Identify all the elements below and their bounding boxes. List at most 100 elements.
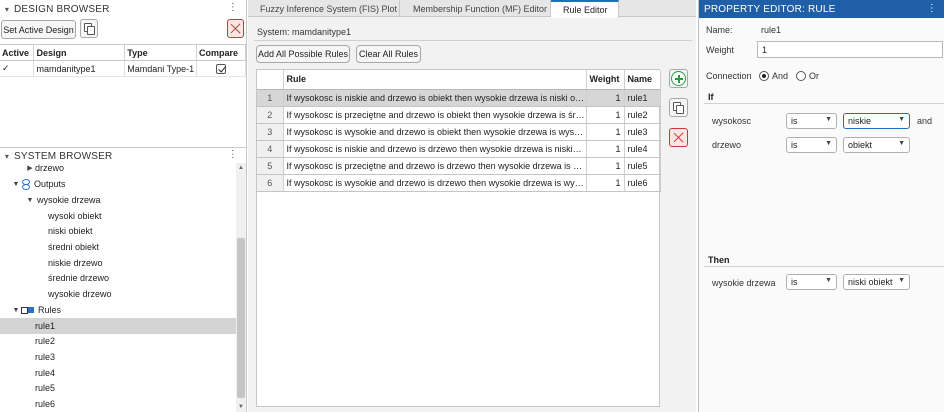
- column-header[interactable]: Active: [0, 44, 35, 61]
- antecedent-value-select[interactable]: niskie ▼: [843, 113, 910, 129]
- rule-weight[interactable]: 1: [586, 89, 625, 107]
- tree-item-rule1[interactable]: rule1: [0, 318, 236, 334]
- rule-weight[interactable]: 1: [586, 157, 625, 175]
- column-header[interactable]: Type: [124, 44, 198, 61]
- rule-text[interactable]: If wysokosc is niskie and drzewo is drze…: [283, 140, 587, 158]
- table-row[interactable]: 3 If wysokosc is wysokie and drzewo is o…: [257, 123, 661, 141]
- compare-checkbox[interactable]: [216, 63, 227, 74]
- tree-item-outputs[interactable]: ▼ Outputs: [11, 176, 66, 192]
- design-table: Active Design Type Compare ✓ mamdanitype…: [0, 44, 246, 77]
- table-row[interactable]: 6 If wysokosc is wysokie and drzewo is d…: [257, 174, 661, 192]
- outputs-icon: [21, 179, 30, 190]
- tree-item-mf[interactable]: wysokie drzewo: [48, 286, 112, 302]
- kebab-menu-icon[interactable]: ⋮: [228, 149, 238, 160]
- add-all-rules-button[interactable]: Add All Possible Rules: [256, 45, 350, 63]
- tree-item-rule3[interactable]: rule3: [35, 349, 55, 365]
- antecedent-operator-select[interactable]: is ▼: [786, 137, 837, 153]
- rule-weight[interactable]: 1: [586, 123, 625, 141]
- chevron-down-icon[interactable]: ▼: [25, 197, 35, 204]
- kebab-menu-icon[interactable]: ⋮: [927, 3, 937, 14]
- column-header[interactable]: Design: [33, 44, 126, 61]
- rule-text[interactable]: If wysokosc is wysokie and drzewo is drz…: [283, 174, 587, 192]
- consequent-value-select[interactable]: niski obiekt ▼: [843, 274, 910, 290]
- column-header[interactable]: Compare: [196, 44, 246, 61]
- scrollbar-thumb[interactable]: [237, 238, 245, 398]
- tree-item-rule5[interactable]: rule5: [35, 380, 55, 396]
- rule-name[interactable]: rule5: [624, 157, 661, 175]
- select-value: niskie: [848, 116, 872, 126]
- add-rule-button[interactable]: [669, 69, 688, 88]
- delete-rule-button[interactable]: [669, 128, 688, 147]
- tree-item-rule2[interactable]: rule2: [35, 333, 55, 349]
- and-label[interactable]: And: [772, 71, 788, 81]
- vertical-scrollbar[interactable]: ▲ ▼: [236, 163, 246, 412]
- rule-name[interactable]: rule3: [624, 123, 661, 141]
- tree-item-mf[interactable]: wysoki obiekt: [48, 208, 102, 224]
- rules-table-frame: Rule Weight Name 1 If wysokosc is niskie…: [256, 69, 661, 407]
- tree-item-drzewo[interactable]: ▶ drzewo: [25, 163, 64, 176]
- tree-item-rule6[interactable]: rule6: [35, 396, 55, 412]
- rule-text[interactable]: If wysokosc is przeciętne and drzewo is …: [283, 157, 587, 175]
- select-value: is: [791, 277, 798, 287]
- chevron-down-icon[interactable]: ▼: [11, 307, 21, 314]
- close-icon: [230, 23, 241, 34]
- tree-item-mf[interactable]: średnie drzewo: [48, 270, 109, 286]
- left-panel: ▾ DESIGN BROWSER ⋮ Set Active Design Act…: [0, 0, 247, 412]
- close-icon: [673, 132, 684, 143]
- table-row[interactable]: 2 If wysokosc is przeciętne and drzewo i…: [257, 106, 661, 124]
- connection-or-radio[interactable]: [796, 71, 806, 81]
- tree-item-mf[interactable]: niskie drzewo: [48, 255, 103, 271]
- copy-icon: [673, 101, 684, 114]
- rule-weight[interactable]: 1: [586, 106, 625, 124]
- divider: [704, 266, 944, 267]
- table-row[interactable]: 1 If wysokosc is niskie and drzewo is ob…: [257, 89, 661, 107]
- or-label[interactable]: Or: [809, 71, 819, 81]
- scroll-down-icon[interactable]: ▼: [236, 402, 246, 412]
- consequent-operator-select[interactable]: is ▼: [786, 274, 837, 290]
- scroll-up-icon[interactable]: ▲: [236, 163, 246, 173]
- rule-name[interactable]: rule6: [624, 174, 661, 192]
- rules-table-header: Rule Weight Name: [257, 70, 661, 90]
- row-number: 5: [257, 157, 284, 175]
- table-row[interactable]: ✓ mamdanitype1 Mamdani Type-1: [0, 60, 246, 77]
- divider: [704, 103, 944, 104]
- tree-item-mf[interactable]: średni obiekt: [48, 239, 99, 255]
- set-active-design-button[interactable]: Set Active Design: [1, 20, 76, 39]
- rule-text[interactable]: If wysokosc is niskie and drzewo is obie…: [283, 89, 587, 107]
- rule-name[interactable]: rule4: [624, 140, 661, 158]
- chevron-down-icon: ▼: [825, 140, 832, 147]
- tab-rule-editor[interactable]: Rule Editor: [551, 0, 619, 18]
- weight-field[interactable]: [757, 41, 943, 58]
- chevron-down-icon: ▼: [825, 277, 832, 284]
- copy-rule-button[interactable]: [669, 98, 688, 117]
- column-header[interactable]: Name: [624, 70, 661, 90]
- tree-item-rule4[interactable]: rule4: [35, 365, 55, 381]
- rule-weight[interactable]: 1: [586, 174, 625, 192]
- copy-design-button[interactable]: [80, 19, 98, 38]
- column-header[interactable]: Weight: [586, 70, 625, 90]
- collapse-icon[interactable]: ▾: [0, 5, 14, 14]
- tab-fis-plot[interactable]: Fuzzy Inference System (FIS) Plot: [248, 0, 400, 17]
- table-row[interactable]: 5 If wysokosc is przeciętne and drzewo i…: [257, 157, 661, 175]
- design-type: Mamdani Type-1: [124, 60, 198, 77]
- tree-item-rules[interactable]: ▼ Rules: [11, 302, 61, 318]
- collapse-icon[interactable]: ▾: [0, 152, 14, 161]
- delete-design-button[interactable]: [227, 19, 244, 38]
- rule-text[interactable]: If wysokosc is wysokie and drzewo is obi…: [283, 123, 587, 141]
- chevron-right-icon[interactable]: ▶: [25, 164, 35, 172]
- connection-and-radio[interactable]: [759, 71, 769, 81]
- table-row[interactable]: 4 If wysokosc is niskie and drzewo is dr…: [257, 140, 661, 158]
- chevron-down-icon[interactable]: ▼: [11, 181, 21, 188]
- tree-item-wysokie-drzewa[interactable]: ▼ wysokie drzewa: [25, 192, 101, 208]
- kebab-menu-icon[interactable]: ⋮: [228, 2, 238, 13]
- antecedent-value-select[interactable]: obiekt ▼: [843, 137, 910, 153]
- column-header[interactable]: Rule: [283, 70, 587, 90]
- tab-mf-editor[interactable]: Membership Function (MF) Editor: [401, 0, 551, 17]
- rule-text[interactable]: If wysokosc is przeciętne and drzewo is …: [283, 106, 587, 124]
- tree-item-mf[interactable]: niski obiekt: [48, 223, 93, 239]
- rule-weight[interactable]: 1: [586, 140, 625, 158]
- clear-all-rules-button[interactable]: Clear All Rules: [356, 45, 421, 63]
- rule-name[interactable]: rule1: [624, 89, 661, 107]
- antecedent-operator-select[interactable]: is ▼: [786, 113, 837, 129]
- rule-name[interactable]: rule2: [624, 106, 661, 124]
